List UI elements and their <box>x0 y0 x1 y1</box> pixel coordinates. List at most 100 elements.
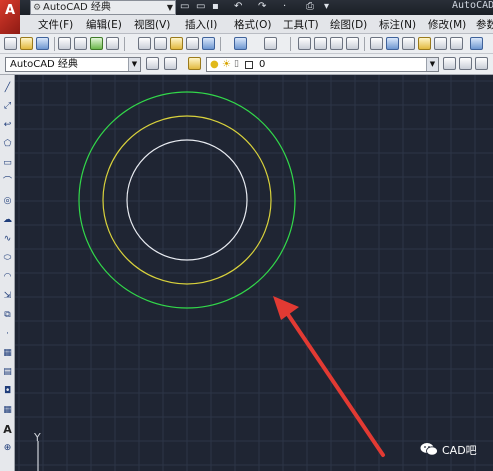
preview-icon[interactable] <box>74 37 87 50</box>
menu-file[interactable]: 文件(F) <box>38 17 73 32</box>
save-icon[interactable] <box>36 37 49 50</box>
chevron-down-icon[interactable]: ▾ <box>324 1 329 12</box>
block-editor-icon[interactable] <box>202 37 215 50</box>
insert-block-icon[interactable]: ⇲ <box>2 291 13 302</box>
gear-icon: ⚙ <box>33 3 42 13</box>
standard-toolbar <box>0 34 493 54</box>
table-icon[interactable]: ▦ <box>2 405 13 416</box>
my-workspace-icon[interactable] <box>164 57 177 70</box>
cut-icon[interactable] <box>138 37 151 50</box>
menu-format[interactable]: 格式(O) <box>234 17 271 32</box>
polygon-icon[interactable]: ⬠ <box>2 139 13 150</box>
arc-icon[interactable]: ⌒ <box>2 177 13 188</box>
layer-combo[interactable]: ● ☀ ▯ 0 ▼ <box>206 57 439 72</box>
menu-view[interactable]: 视图(V) <box>134 17 170 32</box>
redo-icon[interactable] <box>264 37 277 50</box>
region-icon[interactable]: ◘ <box>2 386 13 397</box>
layer-states-icon[interactable] <box>475 57 488 70</box>
open-icon[interactable] <box>20 37 33 50</box>
ellipse-arc-icon[interactable]: ◠ <box>2 272 13 283</box>
toolbar-separator <box>124 37 125 51</box>
hatch-icon[interactable]: ▦ <box>2 348 13 359</box>
revcloud-icon[interactable]: ☁ <box>2 215 13 226</box>
tool-palettes-icon[interactable] <box>402 37 415 50</box>
grid <box>15 75 493 471</box>
layer-properties-icon[interactable] <box>188 57 201 70</box>
publish-icon[interactable] <box>90 37 103 50</box>
menu-bar: 文件(F) 编辑(E) 视图(V) 插入(I) 格式(O) 工具(T) 绘图(D… <box>20 15 493 34</box>
chevron-down-icon: ▼ <box>166 3 173 12</box>
xline-icon[interactable]: ⤢ <box>2 101 13 112</box>
menu-parametric[interactable]: 参数 <box>476 17 493 32</box>
layer-name: 0 <box>259 59 266 70</box>
ucs-y-label: Y <box>34 431 41 444</box>
rectangle-icon[interactable]: ▭ <box>2 158 13 169</box>
app-title: AutoCAD <box>452 0 493 11</box>
properties-icon[interactable] <box>370 37 383 50</box>
menu-insert[interactable]: 插入(I) <box>185 17 217 32</box>
undo-icon[interactable] <box>234 37 247 50</box>
menu-draw[interactable]: 绘图(D) <box>330 17 367 32</box>
make-current-layer-icon[interactable] <box>443 57 456 70</box>
menu-modify[interactable]: 修改(M) <box>428 17 466 32</box>
redo-icon[interactable]: ↷ <box>258 1 266 12</box>
menu-tools[interactable]: 工具(T) <box>283 17 319 32</box>
menu-dimension[interactable]: 标注(N) <box>379 17 416 32</box>
workspace-settings-icon[interactable] <box>146 57 159 70</box>
sheet-set-icon[interactable] <box>418 37 431 50</box>
zoom-window-icon[interactable] <box>330 37 343 50</box>
workspace-switcher[interactable]: ⚙ AutoCAD 经典 ▼ <box>30 0 176 15</box>
drawing-svg[interactable] <box>15 75 493 471</box>
markup-icon[interactable] <box>434 37 447 50</box>
polyline-icon[interactable]: ↩ <box>2 120 13 131</box>
ellipse-icon[interactable]: ⬭ <box>2 253 13 264</box>
pan-icon[interactable] <box>298 37 311 50</box>
autocad-logo[interactable]: A <box>0 0 20 34</box>
3d-dwf-icon[interactable] <box>106 37 119 50</box>
help-icon[interactable] <box>470 37 483 50</box>
layer-on-icon[interactable]: ● <box>210 58 219 71</box>
open-icon[interactable]: ▭ <box>196 1 205 12</box>
plot-icon[interactable]: ⎙ <box>306 1 314 12</box>
toolbar-separator <box>54 37 55 51</box>
design-center-icon[interactable] <box>386 37 399 50</box>
autocad-logo-glyph: A <box>5 3 16 18</box>
circle-icon[interactable]: ◎ <box>2 196 13 207</box>
zoom-previous-icon[interactable] <box>346 37 359 50</box>
layer-previous-icon[interactable] <box>459 57 472 70</box>
title-bar: ⚙ AutoCAD 经典 ▼ ▭ ▭ ▪ ↶ ↷ · ⎙ ▾ AutoCAD <box>0 0 493 15</box>
save-icon[interactable]: ▪ <box>212 1 219 12</box>
zoom-realtime-icon[interactable] <box>314 37 327 50</box>
calculator-icon[interactable] <box>450 37 463 50</box>
workspace-title-label: AutoCAD 经典 <box>43 2 111 13</box>
gradient-icon[interactable]: ▤ <box>2 367 13 378</box>
copy-icon[interactable] <box>154 37 167 50</box>
make-block-icon[interactable]: ⧉ <box>2 310 13 321</box>
layer-thaw-icon[interactable]: ☀ <box>222 58 231 71</box>
chevron-down-icon[interactable]: ▼ <box>426 58 438 71</box>
layer-lock-icon[interactable]: ▯ <box>234 58 239 71</box>
text-icon[interactable]: A <box>2 424 13 435</box>
workspace-combo[interactable]: AutoCAD 经典 ▼ <box>5 57 141 72</box>
matchprop-icon[interactable] <box>186 37 199 50</box>
drawing-area[interactable] <box>15 75 493 471</box>
spline-icon[interactable]: ∿ <box>2 234 13 245</box>
toolbar-separator <box>290 37 291 51</box>
draw-toolbar: ╱ ⤢ ↩ ⬠ ▭ ⌒ ◎ ☁ ∿ ⬭ ◠ ⇲ ⧉ · ▦ ▤ ◘ ▦ A ⊕ <box>0 75 15 471</box>
print-icon[interactable] <box>58 37 71 50</box>
point-icon[interactable]: · <box>2 329 13 340</box>
line-icon[interactable]: ╱ <box>2 83 13 94</box>
chevron-down-icon[interactable]: ▼ <box>128 58 140 71</box>
qa-separator-icon: · <box>283 1 287 12</box>
toolbar-separator <box>364 37 365 51</box>
add-selected-icon[interactable]: ⊕ <box>2 443 13 454</box>
wechat-icon <box>420 443 438 456</box>
undo-icon[interactable]: ↶ <box>234 1 242 12</box>
menu-edit[interactable]: 编辑(E) <box>86 17 122 32</box>
paste-icon[interactable] <box>170 37 183 50</box>
watermark-text: CAD吧 <box>442 444 477 457</box>
workspace-combo-value: AutoCAD 经典 <box>10 59 78 70</box>
new-icon[interactable] <box>4 37 17 50</box>
new-icon[interactable]: ▭ <box>180 1 189 12</box>
layer-color-swatch <box>245 61 253 69</box>
